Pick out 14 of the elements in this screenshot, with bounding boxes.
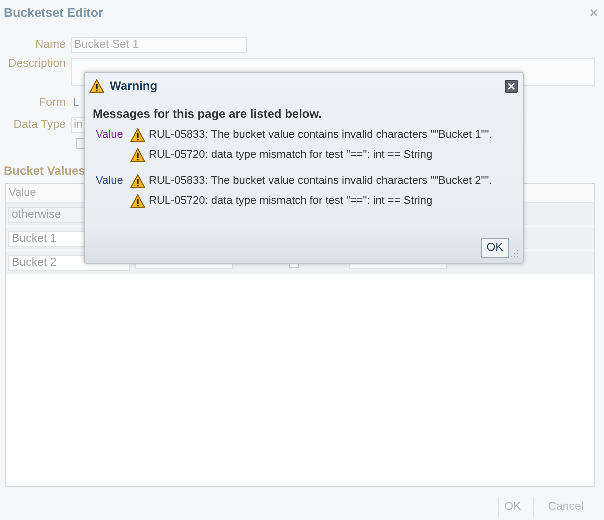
message-text: RUL-05720: data type mismatch for test "==": int == String	[149, 195, 433, 207]
field-label: Name	[34, 39, 66, 51]
dialog-heading: Messages for this page are listed below.	[93, 107, 323, 121]
dialog-title: Warning	[110, 79, 159, 93]
window-title: Bucketset Editor	[4, 6, 104, 20]
column-header: Value	[9, 187, 36, 199]
message-text: RUL-05720: data type mismatch for test "==": int == String	[149, 149, 433, 161]
field-label: Data Type	[12, 119, 66, 131]
section-title: Bucket Values	[4, 164, 86, 178]
message-text: RUL-05833: The bucket value contains invalid characters ""Bucket 2"".	[149, 175, 492, 187]
field-label: Form	[38, 97, 66, 109]
form-value: L	[72, 97, 80, 109]
field-label: Description	[7, 58, 66, 70]
message-text: RUL-05833: The bucket value contains invalid characters ""Bucket 1"".	[149, 129, 492, 141]
